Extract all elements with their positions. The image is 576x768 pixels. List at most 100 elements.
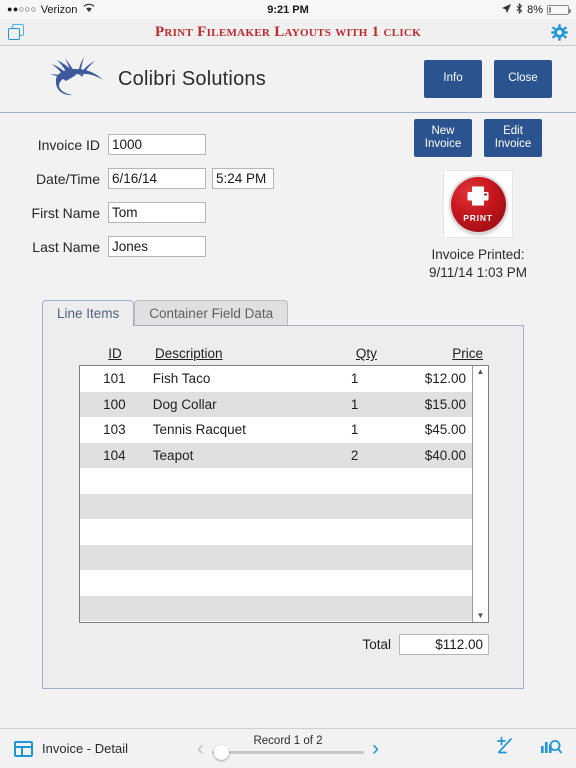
cell-price: $12.00 [424, 371, 466, 387]
edit-invoice-label-line2: Invoice [494, 138, 532, 150]
cell-qty: 1 [350, 396, 359, 412]
field-row-invoice-id: Invoice ID 1000 [0, 133, 340, 156]
chevron-right-icon[interactable]: › [372, 738, 379, 759]
record-navigator: ‹ Record 1 of 2 › [197, 734, 379, 760]
invoice-id-input[interactable]: 1000 [108, 134, 206, 155]
close-button[interactable]: Close [494, 60, 552, 98]
tab-strip: Line Items Container Field Data [42, 300, 524, 326]
invoice-printed-info: Invoice Printed: 9/11/14 1:03 PM [429, 246, 527, 282]
location-arrow-icon [501, 3, 512, 17]
window-stack-icon[interactable] [8, 23, 25, 41]
app-banner-bar: Print Filemaker Layouts with 1 click [0, 19, 576, 46]
layout-icon [14, 740, 33, 757]
status-right: 8% [501, 2, 571, 17]
total-label: Total [362, 637, 391, 652]
table-row[interactable] [80, 595, 472, 621]
edit-invoice-button[interactable]: Edit Invoice [484, 119, 542, 157]
invoice-actions-column: New Invoice Edit Invoice PRINT Invoice P… [380, 113, 576, 282]
battery-percent-label: 8% [527, 3, 543, 16]
ios-status-bar: ●●○○○ Verizon 9:21 PM 8% [0, 0, 576, 19]
print-button-label: PRINT [463, 213, 493, 223]
table-row[interactable] [80, 544, 472, 570]
print-button[interactable]: PRINT [450, 176, 506, 232]
total-row: Total $112.00 [43, 634, 489, 655]
cell-id: 104 [103, 447, 126, 463]
column-header-price: Price [452, 346, 483, 361]
cell-id: 103 [103, 422, 126, 438]
printer-icon [465, 185, 491, 212]
cell-id: 100 [103, 396, 126, 412]
new-invoice-label-line1: New [431, 124, 455, 137]
battery-icon [547, 4, 571, 15]
cell-price: $15.00 [424, 396, 466, 412]
new-invoice-label-line2: Invoice [424, 138, 462, 150]
bluetooth-icon [516, 2, 523, 17]
field-row-date-time: Date/Time 6/16/14 5:24 PM [0, 167, 340, 190]
column-header-qty: Qty [355, 346, 377, 361]
table-scrollbar[interactable]: ▲ ▼ [472, 366, 488, 622]
tab-body: ID Description Qty Price 101 Fish Taco 1… [42, 325, 524, 689]
cell-qty: 1 [350, 371, 359, 387]
total-value: $112.00 [399, 634, 489, 655]
table-row[interactable]: 101 Fish Taco 1 $12.00 [80, 366, 472, 392]
tab-line-items[interactable]: Line Items [42, 300, 135, 326]
last-name-label: Last Name [32, 238, 100, 255]
record-count-label: Record 1 of 2 [253, 734, 323, 747]
cell-price: $45.00 [424, 422, 466, 438]
invoice-form-area: Invoice ID 1000 Date/Time 6/16/14 5:24 P… [0, 113, 576, 305]
brand-name: Colibri Solutions [118, 67, 266, 90]
table-row[interactable] [80, 493, 472, 519]
banner-title: Print Filemaker Layouts with 1 click [154, 23, 422, 40]
new-invoice-button[interactable]: New Invoice [414, 119, 472, 157]
logo-wrap: Colibri Solutions [46, 57, 266, 101]
table-row[interactable] [80, 468, 472, 494]
cell-description: Dog Collar [152, 396, 217, 412]
scroll-up-arrow-icon[interactable]: ▲ [477, 368, 485, 376]
cell-description: Tennis Racquet [152, 422, 246, 438]
table-row[interactable] [80, 519, 472, 545]
layout-name-label: Invoice - Detail [42, 741, 128, 756]
slider-track [212, 750, 364, 754]
invoice-printed-label: Invoice Printed: [431, 247, 525, 262]
edit-invoice-label-line1: Edit [503, 124, 523, 137]
record-slider[interactable]: Record 1 of 2 [212, 734, 364, 760]
print-button-tile[interactable]: PRINT [443, 170, 513, 238]
slider-knob[interactable] [214, 744, 229, 760]
first-name-label: First Name [31, 204, 100, 221]
time-input[interactable]: 5:24 PM [212, 168, 274, 189]
last-name-input[interactable]: Jones [108, 236, 206, 257]
first-name-input[interactable]: Tom [108, 202, 206, 223]
line-items-table: 101 Fish Taco 1 $12.00 100 Dog Collar 1 … [79, 365, 489, 623]
info-button[interactable]: Info [424, 60, 482, 98]
line-items-table-header: ID Description Qty Price [79, 326, 489, 365]
layout-selector[interactable]: Invoice - Detail [14, 740, 128, 757]
chevron-left-icon[interactable]: ‹ [197, 738, 204, 759]
date-time-label: Date/Time [35, 170, 100, 187]
find-chart-icon[interactable] [540, 736, 562, 761]
toolbar-right-actions [496, 736, 562, 761]
invoice-fields: Invoice ID 1000 Date/Time 6/16/14 5:24 P… [0, 133, 340, 269]
tab-container-field-data[interactable]: Container Field Data [134, 300, 289, 325]
table-row[interactable] [80, 570, 472, 596]
scroll-down-arrow-icon[interactable]: ▼ [477, 612, 485, 620]
line-items-tab-panel: Line Items Container Field Data ID Descr… [42, 300, 524, 689]
brand-header: Colibri Solutions Info Close [0, 46, 576, 113]
table-row[interactable]: 104 Teapot 2 $40.00 [80, 442, 472, 468]
cell-qty: 1 [350, 422, 359, 438]
invoice-id-label: Invoice ID [37, 136, 100, 153]
invoice-action-buttons: New Invoice Edit Invoice [414, 119, 542, 157]
table-row[interactable]: 100 Dog Collar 1 $15.00 [80, 391, 472, 417]
line-items-rows: 101 Fish Taco 1 $12.00 100 Dog Collar 1 … [80, 366, 472, 622]
column-header-id: ID [108, 346, 122, 361]
gear-icon[interactable] [551, 23, 568, 41]
cell-description: Fish Taco [152, 371, 211, 387]
bottom-toolbar: Invoice - Detail ‹ Record 1 of 2 › [0, 728, 576, 768]
cell-id: 101 [103, 371, 126, 387]
cell-price: $40.00 [424, 447, 466, 463]
cell-qty: 2 [350, 447, 359, 463]
field-row-first-name: First Name Tom [0, 201, 340, 224]
table-row[interactable]: 103 Tennis Racquet 1 $45.00 [80, 417, 472, 443]
sort-plus-minus-icon[interactable] [496, 736, 518, 761]
date-input[interactable]: 6/16/14 [108, 168, 206, 189]
cell-description: Teapot [152, 447, 194, 463]
